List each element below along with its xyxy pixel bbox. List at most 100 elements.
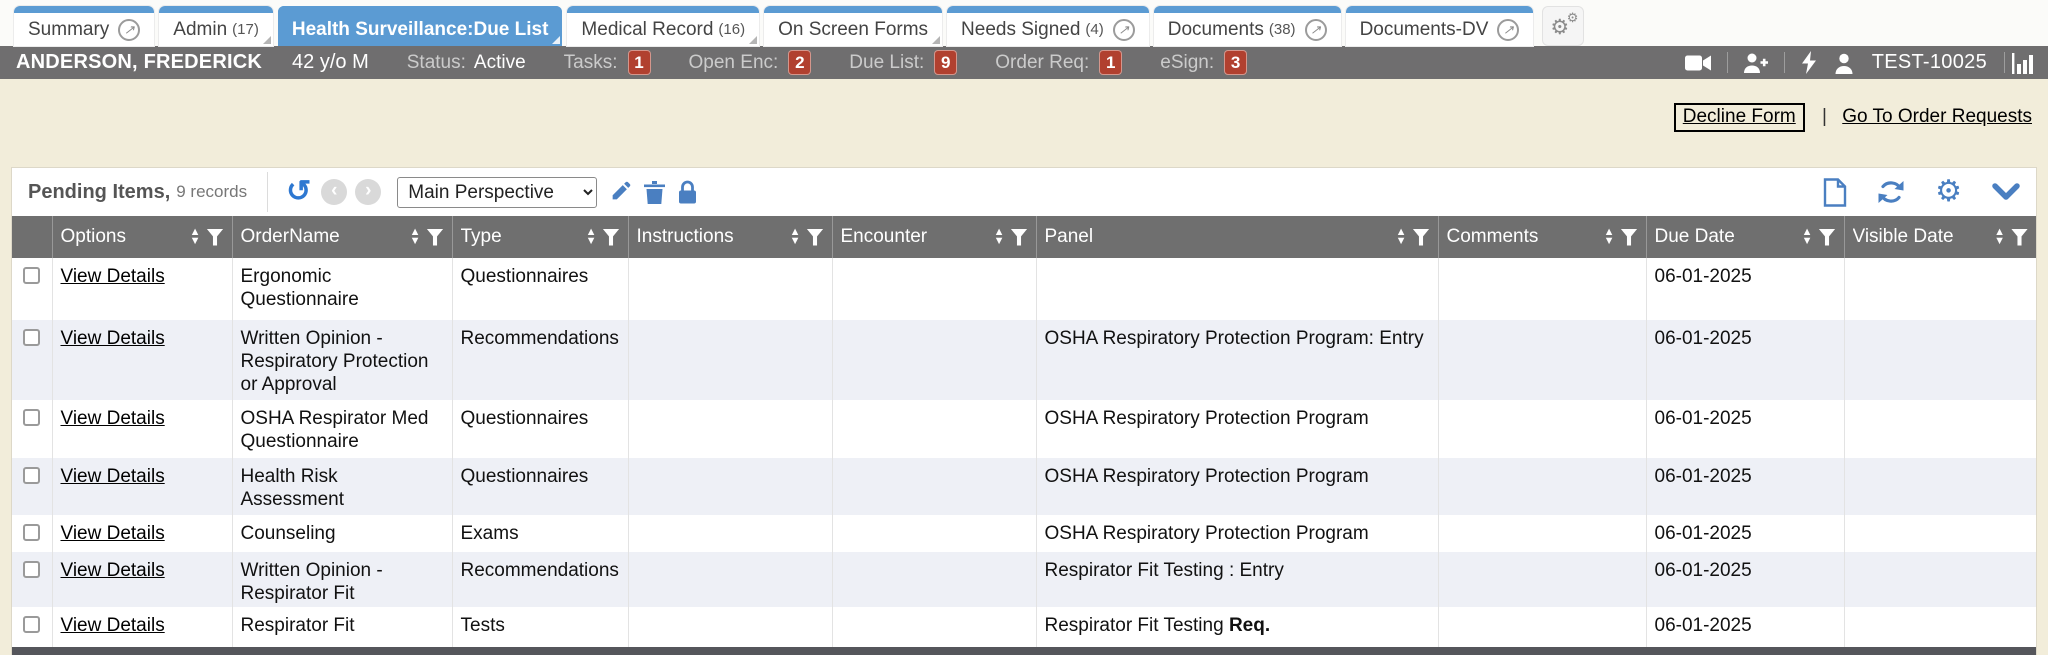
sort-icon[interactable]: ▲▼ xyxy=(790,228,807,246)
lock-icon[interactable] xyxy=(678,180,697,204)
visible-date-cell xyxy=(1844,515,2036,552)
filter-icon[interactable] xyxy=(1819,229,1836,246)
filter-icon[interactable] xyxy=(1413,229,1430,246)
tab-settings-button[interactable]: ⚙ ⚙ xyxy=(1542,6,1584,46)
table-row: View Details Respirator Fit Tests Respir… xyxy=(12,607,2036,647)
row-checkbox[interactable] xyxy=(23,409,40,426)
new-document-icon[interactable] xyxy=(1823,178,1847,207)
open-enc-count-badge[interactable]: 2 xyxy=(788,50,811,75)
filter-icon[interactable] xyxy=(207,229,224,246)
next-perspective-icon[interactable]: › xyxy=(355,179,381,205)
tab-on-screen-forms[interactable]: On Screen Forms xyxy=(764,6,942,46)
sort-icon[interactable]: ▲▼ xyxy=(1396,228,1413,246)
view-details-link[interactable]: View Details xyxy=(61,328,165,349)
row-checkbox[interactable] xyxy=(23,267,40,284)
row-checkbox[interactable] xyxy=(23,524,40,541)
refresh-icon[interactable] xyxy=(1877,179,1905,205)
tasks-count-badge[interactable]: 1 xyxy=(628,50,651,75)
tab-needs-signed[interactable]: Needs Signed (4) ↗ xyxy=(947,6,1149,46)
filter-icon[interactable] xyxy=(807,229,824,246)
delete-trash-icon[interactable] xyxy=(644,181,665,204)
tab-health-surveillance-due-list[interactable]: Health Surveillance:Due List xyxy=(278,6,563,46)
column-header-visible-date[interactable]: Visible Date▲▼ xyxy=(1844,216,2036,258)
column-header-due-date[interactable]: Due Date▲▼ xyxy=(1646,216,1844,258)
toolbar-right-icons: ⚙ xyxy=(1823,177,2020,207)
instructions-cell xyxy=(628,400,832,458)
comments-cell xyxy=(1438,258,1646,320)
row-checkbox[interactable] xyxy=(23,616,40,633)
open-in-new-icon[interactable]: ↗ xyxy=(1497,19,1519,41)
grid-toolbar: Pending Items, 9 records ↺ ‹ › Main Pers… xyxy=(12,168,2036,216)
column-header-comments[interactable]: Comments▲▼ xyxy=(1438,216,1646,258)
sort-icon[interactable]: ▲▼ xyxy=(1994,228,2011,246)
open-in-new-icon[interactable]: ↗ xyxy=(118,19,140,41)
horizontal-scrollbar[interactable] xyxy=(12,647,2036,655)
row-checkbox[interactable] xyxy=(23,561,40,578)
add-person-icon[interactable] xyxy=(1743,52,1769,74)
view-details-link[interactable]: View Details xyxy=(61,523,165,544)
video-camera-icon[interactable] xyxy=(1685,53,1712,73)
view-details-link[interactable]: View Details xyxy=(61,266,165,287)
tab-count: (38) xyxy=(1269,14,1296,45)
filter-icon[interactable] xyxy=(603,229,620,246)
open-in-new-icon[interactable]: ↗ xyxy=(1113,19,1135,41)
encounter-cell xyxy=(832,458,1036,515)
open-in-new-icon[interactable]: ↗ xyxy=(1305,19,1327,41)
sort-icon[interactable]: ▲▼ xyxy=(190,228,207,246)
tab-documents-dv[interactable]: Documents-DV ↗ xyxy=(1346,6,1534,46)
order-name-cell: Written Opinion - Respiratory Protection… xyxy=(232,320,452,400)
esign-count-badge[interactable]: 3 xyxy=(1224,50,1247,75)
column-header-type[interactable]: Type▲▼ xyxy=(452,216,628,258)
chevron-down-icon[interactable] xyxy=(1992,183,2020,201)
column-header-panel[interactable]: Panel▲▼ xyxy=(1036,216,1438,258)
sort-icon[interactable]: ▲▼ xyxy=(994,228,1011,246)
column-header-ordername[interactable]: OrderName▲▼ xyxy=(232,216,452,258)
sort-icon[interactable]: ▲▼ xyxy=(410,228,427,246)
decline-form-link[interactable]: Decline Form xyxy=(1674,103,1805,132)
decline-form-link-text[interactable]: Decline Form xyxy=(1683,106,1796,127)
tab-summary[interactable]: Summary ↗ xyxy=(14,6,154,46)
go-to-order-requests-link[interactable]: Go To Order Requests xyxy=(1842,106,2032,127)
filter-icon[interactable] xyxy=(427,229,444,246)
order-req-count-badge[interactable]: 1 xyxy=(1099,50,1122,75)
row-checkbox[interactable] xyxy=(23,467,40,484)
lightning-bolt-icon[interactable] xyxy=(1800,51,1818,74)
perspective-select[interactable]: Main Perspective xyxy=(397,177,597,208)
tab-corner-fold-icon xyxy=(552,36,560,44)
view-details-link[interactable]: View Details xyxy=(61,560,165,581)
sort-icon[interactable]: ▲▼ xyxy=(586,228,603,246)
patient-banner: ANDERSON, FREDERICK 42 y/o M Status: Act… xyxy=(0,46,2048,79)
row-checkbox[interactable] xyxy=(23,329,40,346)
column-header-options[interactable]: Options▲▼ xyxy=(52,216,232,258)
tab-label: Summary xyxy=(28,14,109,45)
select-all-header[interactable] xyxy=(12,216,52,258)
tab-admin[interactable]: Admin (17) xyxy=(159,6,273,46)
table-row: View Details Counseling Exams OSHA Respi… xyxy=(12,515,2036,552)
edit-pencil-icon[interactable] xyxy=(609,181,631,203)
settings-gear-icon[interactable]: ⚙ xyxy=(1935,177,1962,207)
tab-medical-record[interactable]: Medical Record (16) xyxy=(567,6,759,46)
due-date-cell: 06-01-2025 xyxy=(1646,320,1844,400)
column-header-encounter[interactable]: Encounter▲▼ xyxy=(832,216,1036,258)
encounter-cell xyxy=(832,320,1036,400)
bar-chart-icon[interactable] xyxy=(2012,52,2034,74)
due-list-count-badge[interactable]: 9 xyxy=(934,50,957,75)
order-name-cell: Counseling xyxy=(232,515,452,552)
view-details-link[interactable]: View Details xyxy=(61,466,165,487)
encounter-cell xyxy=(832,400,1036,458)
filter-icon[interactable] xyxy=(1011,229,1028,246)
undo-icon[interactable]: ↺ xyxy=(286,179,311,205)
filter-icon[interactable] xyxy=(1621,229,1638,246)
filter-icon[interactable] xyxy=(2011,229,2028,246)
column-header-instructions[interactable]: Instructions▲▼ xyxy=(628,216,832,258)
visible-date-cell xyxy=(1844,258,2036,320)
divider xyxy=(2004,52,2005,73)
sort-icon[interactable]: ▲▼ xyxy=(1802,228,1819,246)
sort-icon[interactable]: ▲▼ xyxy=(1604,228,1621,246)
person-icon[interactable] xyxy=(1833,52,1855,74)
panel-cell: OSHA Respiratory Protection Program xyxy=(1036,515,1438,552)
view-details-link[interactable]: View Details xyxy=(61,408,165,429)
view-details-link[interactable]: View Details xyxy=(61,615,165,636)
previous-perspective-icon[interactable]: ‹ xyxy=(321,179,347,205)
tab-documents[interactable]: Documents (38) ↗ xyxy=(1154,6,1341,46)
